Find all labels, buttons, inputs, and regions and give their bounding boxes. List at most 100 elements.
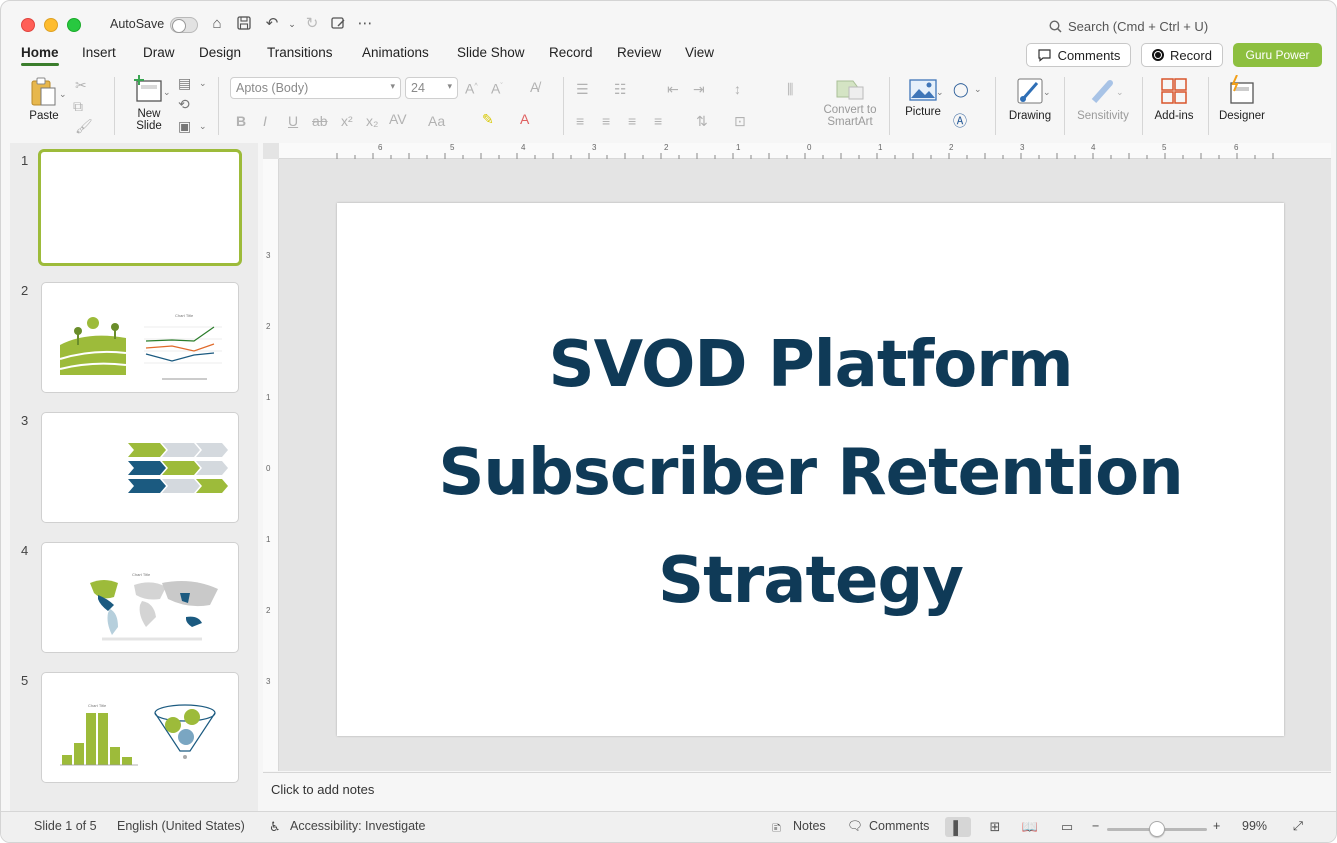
search-box[interactable]: Search (Cmd + Ctrl + U) [1049, 19, 1208, 34]
text-direction-icon[interactable]: ⇅ [696, 113, 708, 129]
slide-thumbnail-2[interactable]: Chart Title [41, 282, 239, 393]
superscript-icon[interactable]: x² [341, 113, 353, 129]
shapes-dropdown-icon[interactable]: ⌄ [974, 81, 982, 97]
tab-record[interactable]: Record [549, 45, 593, 60]
subscript-icon[interactable]: x₂ [366, 113, 378, 129]
save-icon[interactable] [235, 15, 253, 33]
font-color-icon[interactable]: A [520, 111, 529, 127]
character-spacing-icon[interactable]: AV [389, 111, 407, 127]
align-text-icon[interactable]: ⊡ [734, 113, 746, 129]
reset-icon[interactable]: ⟲ [178, 96, 190, 112]
drawing-dropdown-icon[interactable]: ⌄ [1043, 84, 1051, 100]
accessibility-status[interactable]: Accessibility: Investigate [290, 819, 425, 833]
customize-icon[interactable] [329, 15, 347, 33]
tab-view[interactable]: View [685, 45, 714, 60]
tab-insert[interactable]: Insert [82, 45, 116, 60]
tab-animations[interactable]: Animations [362, 45, 429, 60]
slide-thumbnail-1[interactable] [38, 149, 242, 266]
comments-toggle-label[interactable]: Comments [869, 819, 929, 833]
slide-thumbnail-3[interactable] [41, 412, 239, 523]
align-center-icon[interactable]: ≡ [602, 113, 610, 129]
paste-dropdown-icon[interactable]: ⌄ [59, 86, 67, 102]
align-right-icon[interactable]: ≡ [628, 113, 636, 129]
more-options-icon[interactable]: ⋯ [356, 15, 374, 33]
thumbnail-chart-title: Chart Title [88, 703, 107, 708]
zoom-level[interactable]: 99% [1242, 819, 1267, 833]
strikethrough-icon[interactable]: ab [312, 113, 328, 129]
tab-draw[interactable]: Draw [143, 45, 175, 60]
minimize-window-button[interactable] [44, 18, 58, 32]
fit-to-window-icon[interactable]: ⤢ [1293, 819, 1303, 834]
close-window-button[interactable] [21, 18, 35, 32]
slide-title[interactable]: SVOD Platform Subscriber Retention Strat… [337, 311, 1284, 635]
increase-indent-icon[interactable]: ⇥ [693, 81, 705, 97]
align-left-icon[interactable]: ≡ [576, 113, 584, 129]
tab-design[interactable]: Design [199, 45, 241, 60]
bold-icon[interactable]: B [236, 113, 246, 129]
language-status[interactable]: English (United States) [117, 819, 245, 833]
redo-icon[interactable]: ↻ [303, 15, 321, 33]
tab-slide-show[interactable]: Slide Show [457, 45, 525, 60]
zoom-in-icon[interactable]: + [1213, 819, 1220, 833]
shapes-icon[interactable]: ◯ [953, 81, 969, 97]
notes-toggle-label[interactable]: Notes [793, 819, 826, 833]
notes-pane[interactable]: Click to add notes [263, 772, 1331, 810]
slideshow-view-icon[interactable]: ▭ [1054, 817, 1080, 837]
tab-review[interactable]: Review [617, 45, 661, 60]
copy-icon[interactable]: ⧉ [73, 98, 83, 114]
accessibility-icon[interactable]: ♿ [269, 819, 281, 835]
comments-button[interactable]: Comments [1026, 43, 1131, 67]
tab-transitions[interactable]: Transitions [267, 45, 333, 60]
cut-icon[interactable]: ✂ [75, 77, 87, 93]
slide-title-line-1: SVOD Platform [548, 328, 1074, 402]
record-button[interactable]: Record [1141, 43, 1223, 67]
change-case-icon[interactable]: Aa [428, 113, 445, 129]
slide-thumbnail-4[interactable]: Chart Title [41, 542, 239, 653]
reading-view-icon[interactable]: 📖 [1017, 817, 1043, 837]
slide-sorter-icon[interactable]: ⊞ [982, 817, 1008, 837]
sensitivity-button[interactable]: Sensitivity [1073, 77, 1133, 122]
zoom-out-icon[interactable]: − [1092, 819, 1099, 833]
increase-font-icon[interactable]: A^ [465, 79, 478, 97]
section-icon[interactable]: ▣ [178, 118, 191, 134]
guru-power-button[interactable]: Guru Power [1233, 43, 1322, 67]
columns-icon[interactable]: ⫼ [787, 81, 793, 97]
normal-view-icon[interactable]: ▌ [945, 817, 971, 837]
font-size-select[interactable]: 24 ▾ [405, 77, 458, 99]
undo-dropdown-icon[interactable]: ⌄ [283, 15, 301, 33]
highlight-icon[interactable]: ✎ [482, 111, 494, 127]
maximize-window-button[interactable] [67, 18, 81, 32]
line-spacing-icon[interactable]: ↕ [734, 81, 741, 97]
convert-smartart-button[interactable]: Convert to SmartArt [819, 77, 881, 128]
tab-home[interactable]: Home [21, 45, 59, 66]
zoom-slider-handle[interactable] [1149, 821, 1165, 837]
home-icon[interactable]: ⌂ [208, 15, 226, 33]
new-slide-dropdown-icon[interactable]: ⌄ [163, 84, 171, 100]
layout-dropdown-icon[interactable]: ⌄ [199, 75, 207, 91]
add-ins-button[interactable]: Add-ins [1151, 77, 1197, 122]
undo-icon[interactable]: ↶ [263, 15, 281, 33]
bullets-icon[interactable]: ☰ [576, 81, 589, 97]
text-box-icon[interactable]: Ⓐ [953, 113, 967, 129]
numbering-icon[interactable]: ☷ [614, 81, 627, 97]
font-name-select[interactable]: Aptos (Body) ▾ [230, 77, 401, 99]
italic-icon[interactable]: I [263, 113, 267, 129]
decrease-font-icon[interactable]: Aˇ [491, 79, 503, 97]
ruler-label: 1 [266, 393, 271, 402]
sensitivity-dropdown-icon[interactable]: ⌄ [1116, 84, 1124, 100]
current-slide[interactable]: SVOD Platform Subscriber Retention Strat… [337, 203, 1284, 736]
clear-formatting-icon[interactable]: A̸ [530, 79, 539, 95]
format-painter-icon[interactable]: 🖌 [75, 118, 93, 134]
decrease-indent-icon[interactable]: ⇤ [667, 81, 679, 97]
comments-status-icon[interactable]: 🗨 [847, 819, 863, 834]
slide-thumbnail-5[interactable]: Chart Title [41, 672, 239, 783]
justify-icon[interactable]: ≡ [654, 113, 662, 129]
layout-icon[interactable]: ▤ [178, 75, 191, 91]
section-dropdown-icon[interactable]: ⌄ [199, 118, 207, 134]
designer-button[interactable]: Designer [1217, 74, 1267, 122]
picture-dropdown-icon[interactable]: ⌄ [936, 84, 944, 100]
underline-icon[interactable]: U [288, 113, 298, 129]
autosave-toggle[interactable] [170, 17, 198, 33]
notes-icon[interactable]: 🗈 [772, 819, 781, 840]
ribbon-tabs: Home Insert Draw Design Transitions Anim… [1, 41, 1336, 67]
